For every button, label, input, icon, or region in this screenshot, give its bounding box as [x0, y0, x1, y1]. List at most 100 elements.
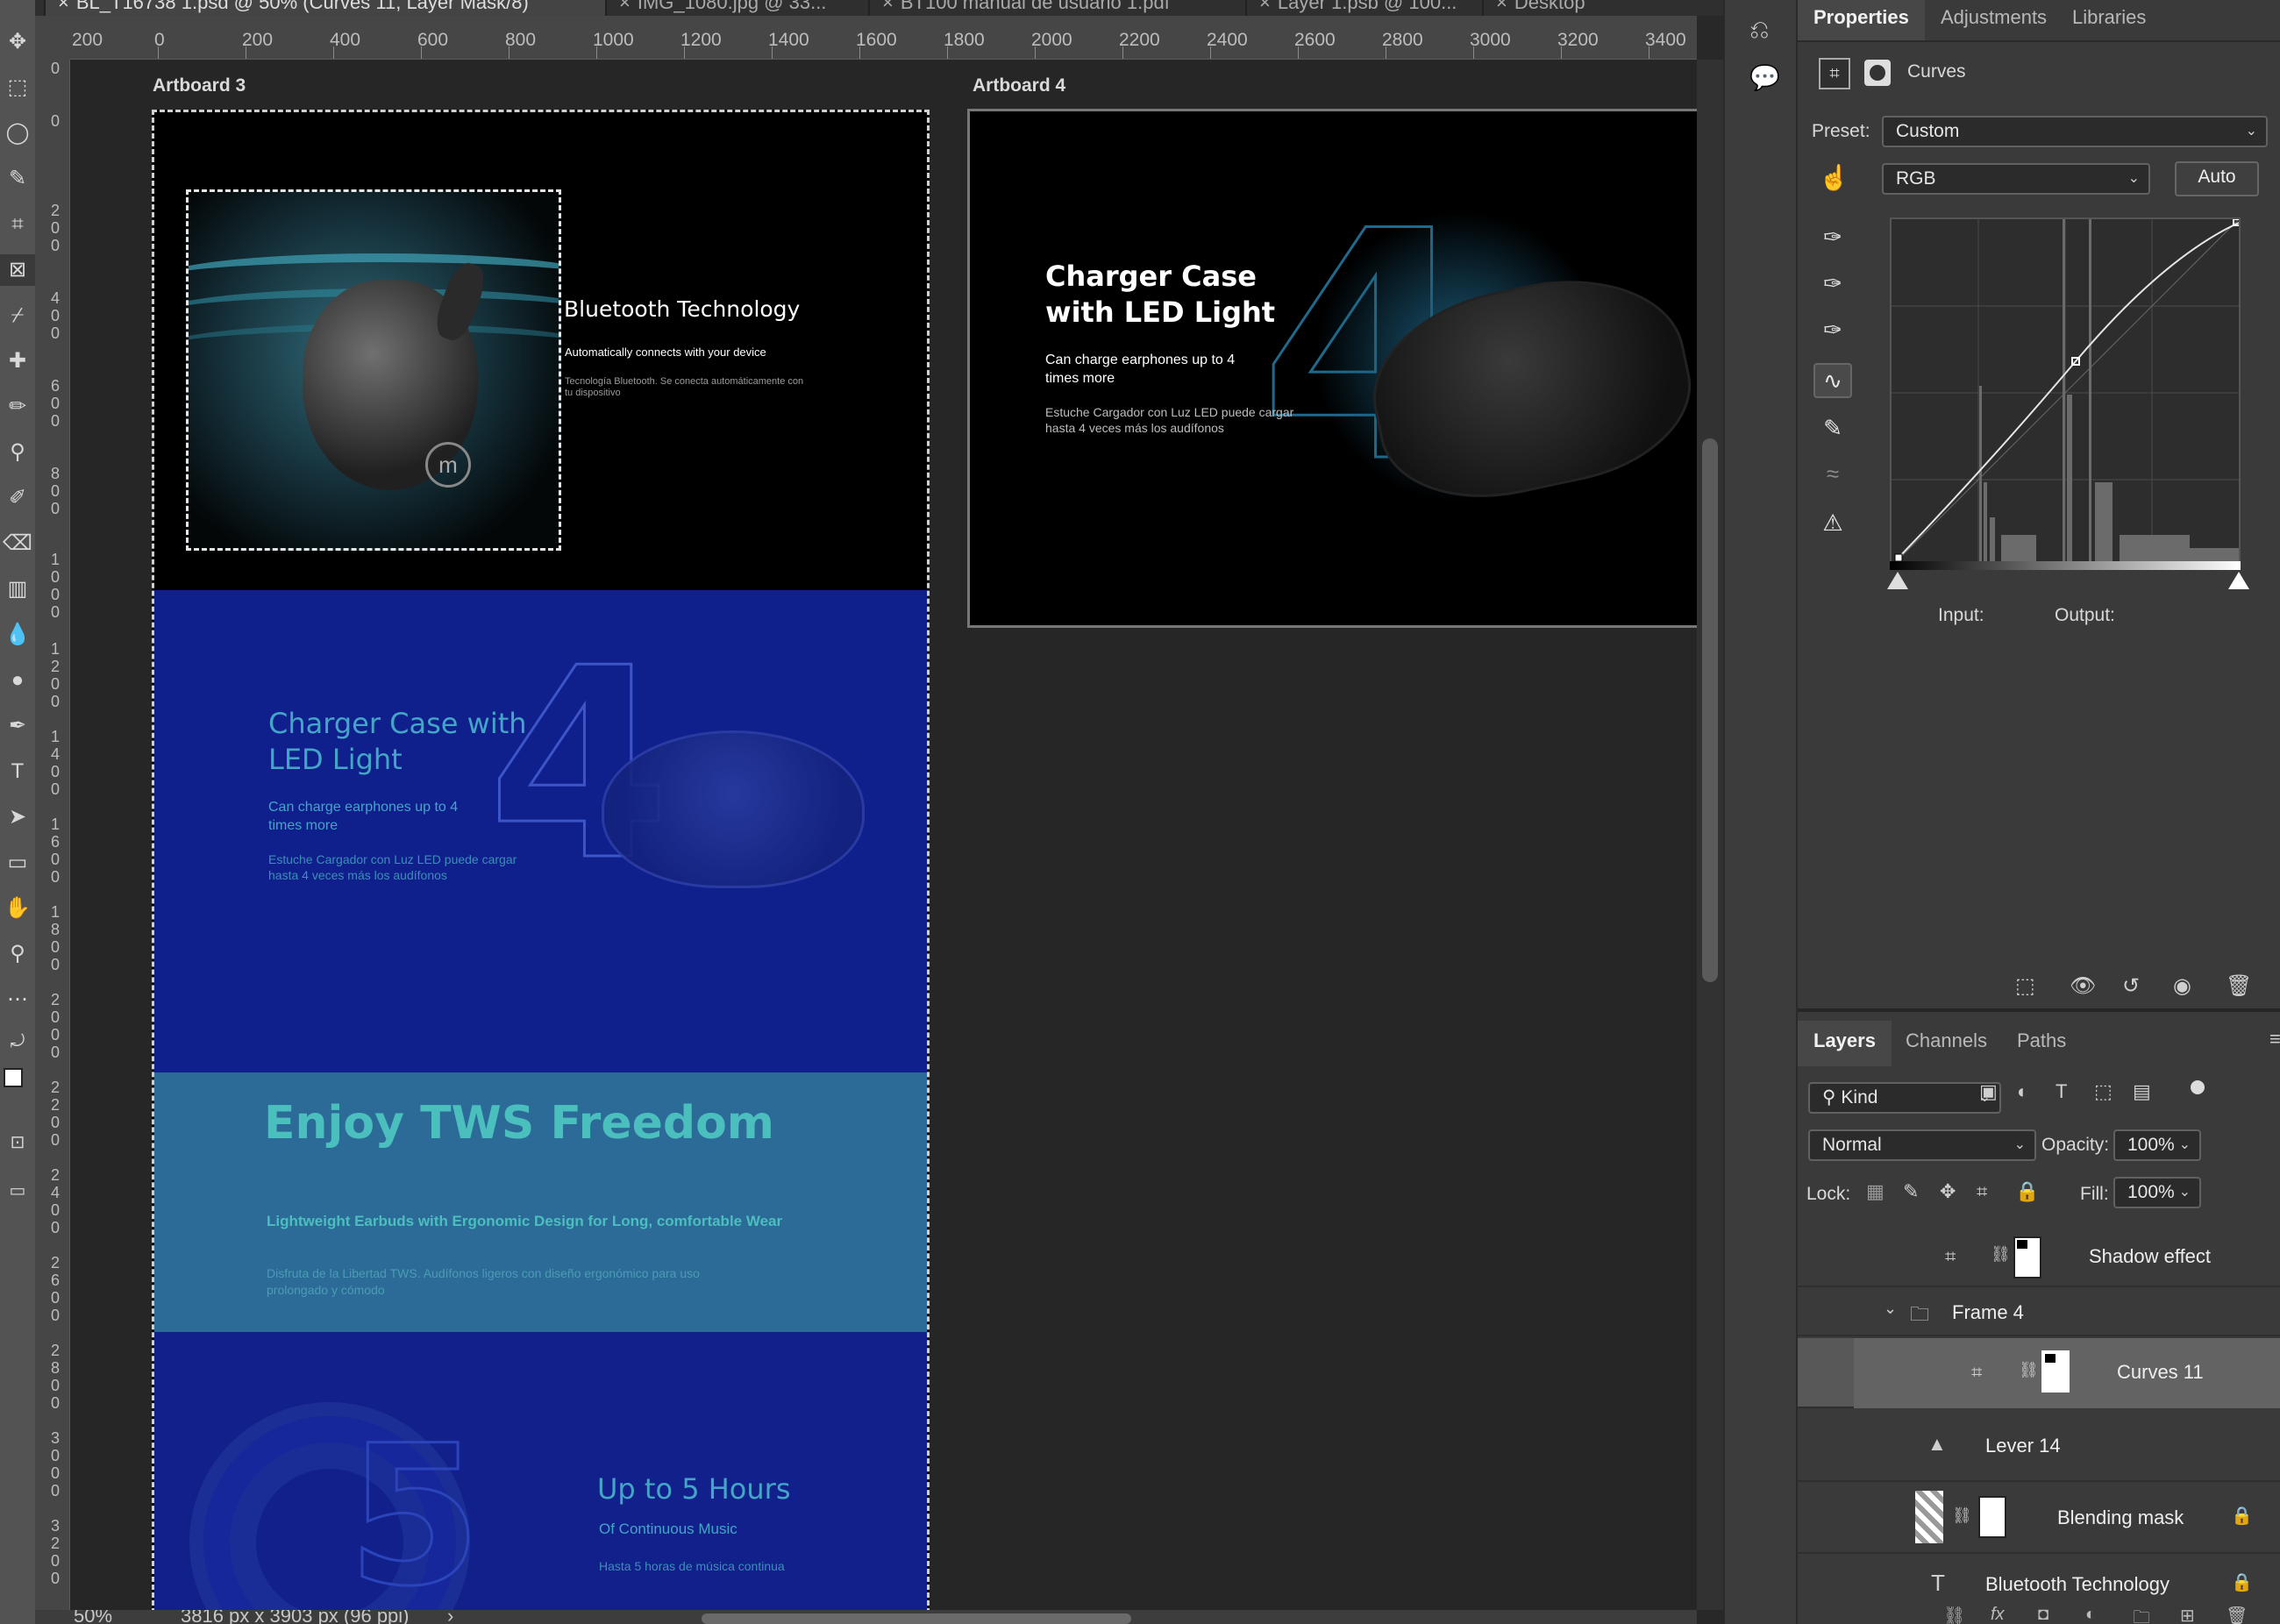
- move-tool-icon[interactable]: ✥: [0, 26, 35, 58]
- pencil-curve-icon[interactable]: ✎: [1813, 410, 1852, 445]
- status-arrow-icon[interactable]: ›: [447, 1610, 453, 1624]
- link-layers-icon[interactable]: ⛓: [1943, 1605, 1965, 1624]
- tab-channels[interactable]: Channels: [1890, 1021, 2003, 1066]
- curves-adjustment-icon[interactable]: ⌗: [1819, 58, 1850, 89]
- artboard-3[interactable]: m Bluetooth Technology Automatically con…: [152, 110, 930, 1610]
- curves-graph[interactable]: [1890, 217, 2241, 568]
- lasso-tool-icon[interactable]: ◯: [0, 118, 35, 149]
- foreground-color-swatch[interactable]: [4, 1068, 23, 1087]
- smart-object-filter-icon[interactable]: ▤: [2133, 1080, 2151, 1103]
- panel-menu-icon[interactable]: ≡: [2269, 1028, 2280, 1051]
- hand-tool-icon[interactable]: ✋: [0, 893, 35, 924]
- comments-panel-icon[interactable]: 💬: [1749, 63, 1780, 92]
- filter-kind-dropdown[interactable]: ⚲ Kind ⌄: [1808, 1082, 2001, 1114]
- artboard-4[interactable]: 4 Charger Case with LED Light Can charge…: [967, 109, 1697, 628]
- frame-tool-icon[interactable]: ⊠: [0, 254, 35, 286]
- earbud-photo-frame[interactable]: m: [186, 189, 561, 551]
- link-icon[interactable]: ⛓: [1991, 1245, 2011, 1264]
- artboard-4-label[interactable]: Artboard 4: [973, 75, 1065, 96]
- new-adjustment-icon[interactable]: ◐: [2085, 1605, 2096, 1624]
- black-input-slider[interactable]: [1887, 572, 1908, 589]
- shape-filter-icon[interactable]: ⬚: [2094, 1080, 2113, 1103]
- channel-dropdown[interactable]: RGB ⌄: [1882, 163, 2150, 195]
- history-brush-icon[interactable]: ✐: [0, 482, 35, 514]
- filter-toggle-icon[interactable]: [2191, 1080, 2205, 1094]
- clipping-warning-icon[interactable]: ⚠: [1813, 505, 1852, 540]
- tab-paths[interactable]: Paths: [2001, 1021, 2082, 1066]
- eyedropper-tool-icon[interactable]: ⌿: [0, 300, 35, 331]
- opacity-field[interactable]: 100% ⌄: [2113, 1129, 2201, 1161]
- layer-mask-thumbnail[interactable]: [2041, 1350, 2070, 1393]
- document-canvas[interactable]: Artboard 3 Artboard 4 m Bluetooth Techno…: [70, 60, 1697, 1610]
- tab-properties[interactable]: Properties: [1798, 0, 1925, 40]
- add-mask-icon[interactable]: ◘: [2038, 1605, 2048, 1624]
- smooth-curve-icon[interactable]: ≈: [1813, 456, 1852, 491]
- path-select-tool-icon[interactable]: ➤: [0, 801, 35, 833]
- black-point-eyedropper-icon[interactable]: ✑: [1813, 219, 1852, 254]
- delete-layer-icon[interactable]: 🗑: [2226, 1605, 2248, 1624]
- delete-adjustment-icon[interactable]: 🗑: [2226, 973, 2252, 999]
- quick-select-tool-icon[interactable]: ✎: [0, 163, 35, 195]
- tab-document-1[interactable]: × BL_T16738 1.psd @ 50% (Curves 11, Layer…: [44, 0, 605, 16]
- layer-row-blending-mask[interactable]: 👁 ⛓ Blending mask 🔒: [1798, 1482, 2280, 1554]
- pixel-filter-icon[interactable]: ▣: [1979, 1080, 1998, 1103]
- more-tools-icon[interactable]: ⋯: [0, 984, 35, 1015]
- preset-dropdown[interactable]: Custom ⌄: [1882, 116, 2268, 147]
- gradient-tool-icon[interactable]: ▥: [0, 573, 35, 605]
- layer-mask-thumbnail[interactable]: [1978, 1496, 2006, 1538]
- artboard-3-label[interactable]: Artboard 3: [153, 75, 246, 96]
- layer-row-lever-14[interactable]: 👁 ▲ Lever 14: [1798, 1410, 2280, 1482]
- new-group-icon[interactable]: 🗀: [2133, 1605, 2150, 1624]
- zoom-tool-icon[interactable]: ⚲: [0, 938, 35, 970]
- healing-tool-icon[interactable]: ✚: [0, 345, 35, 377]
- tab-adjustments[interactable]: Adjustments: [1925, 0, 2063, 40]
- vertical-scroll-thumb[interactable]: [1702, 438, 1718, 982]
- tab-document-2[interactable]: × IMG_1080.jpg @ 33...: [605, 0, 868, 16]
- white-point-eyedropper-icon[interactable]: ✑: [1813, 312, 1852, 347]
- rectangle-tool-icon[interactable]: ▭: [0, 847, 35, 879]
- type-filter-icon[interactable]: T: [2056, 1080, 2067, 1103]
- toggle-visibility-icon[interactable]: ◉: [2173, 973, 2191, 999]
- link-icon[interactable]: ⛓: [1952, 1506, 1972, 1525]
- layer-thumbnail[interactable]: [1915, 1491, 1943, 1543]
- zoom-level[interactable]: 50%: [74, 1610, 112, 1624]
- tab-document-4[interactable]: × Layer 1.psb @ 100...: [1245, 0, 1482, 16]
- lock-position-icon[interactable]: ✥: [1940, 1180, 1956, 1203]
- fx-icon[interactable]: fx: [1991, 1605, 2005, 1624]
- layer-row-curves-11[interactable]: 👁 ⌗ ⛓ Curves 11: [1798, 1338, 2280, 1408]
- adjustment-filter-icon[interactable]: ◐: [2017, 1080, 2028, 1103]
- tab-document-5[interactable]: × Desktop: [1482, 0, 1657, 16]
- marquee-tool-icon[interactable]: ⬚: [0, 72, 35, 103]
- targeted-adjustment-icon[interactable]: ☝: [1819, 163, 1849, 192]
- quick-mask-icon[interactable]: ⊡: [0, 1127, 35, 1158]
- dodge-tool-icon[interactable]: ●: [0, 665, 35, 696]
- clip-to-layer-icon[interactable]: ⬚: [2015, 973, 2035, 999]
- screen-mode-icon[interactable]: ▭: [0, 1175, 35, 1207]
- lock-artboard-icon[interactable]: ⌗: [1977, 1180, 1987, 1203]
- lock-pixels-icon[interactable]: ✎: [1903, 1180, 1919, 1203]
- tab-libraries[interactable]: Libraries: [2056, 0, 2162, 40]
- stamp-tool-icon[interactable]: ⚲: [0, 437, 35, 468]
- layer-row-shadow-effect[interactable]: 👁 ⌗ ⛓ Shadow effect: [1798, 1228, 2280, 1287]
- layer-row-bluetooth-technology[interactable]: 👁 T Bluetooth Technology 🔒: [1798, 1554, 2280, 1610]
- tab-layers[interactable]: Layers: [1798, 1021, 1892, 1066]
- type-tool-icon[interactable]: T: [0, 756, 35, 787]
- layer-row-frame-4[interactable]: 👁 ⌄ 🗀 Frame 4: [1798, 1287, 2280, 1336]
- blend-mode-dropdown[interactable]: Normal ⌄: [1808, 1129, 2036, 1161]
- swap-colors-icon[interactable]: ⤾: [0, 1026, 35, 1058]
- eraser-tool-icon[interactable]: ⌫: [0, 528, 35, 559]
- layer-mask-icon[interactable]: [1864, 60, 1891, 86]
- view-previous-icon[interactable]: 👁: [2070, 973, 2096, 999]
- history-panel-icon[interactable]: ⎌: [1749, 16, 1769, 45]
- horizontal-scroll-thumb[interactable]: [702, 1613, 1131, 1624]
- blur-tool-icon[interactable]: 💧: [0, 619, 35, 651]
- link-icon[interactable]: ⛓: [2019, 1361, 2039, 1379]
- white-input-slider[interactable]: [2228, 572, 2249, 589]
- crop-tool-icon[interactable]: ⌗: [0, 209, 35, 240]
- fill-field[interactable]: 100% ⌄: [2113, 1177, 2201, 1208]
- lock-transparent-icon[interactable]: ▦: [1866, 1180, 1885, 1203]
- tab-document-3[interactable]: × BT100 manual de usuario 1.pdf: [868, 0, 1245, 16]
- reset-icon[interactable]: ↺: [2122, 973, 2140, 999]
- curve-point-tool-icon[interactable]: ∿: [1813, 363, 1852, 398]
- auto-button[interactable]: Auto: [2175, 161, 2259, 196]
